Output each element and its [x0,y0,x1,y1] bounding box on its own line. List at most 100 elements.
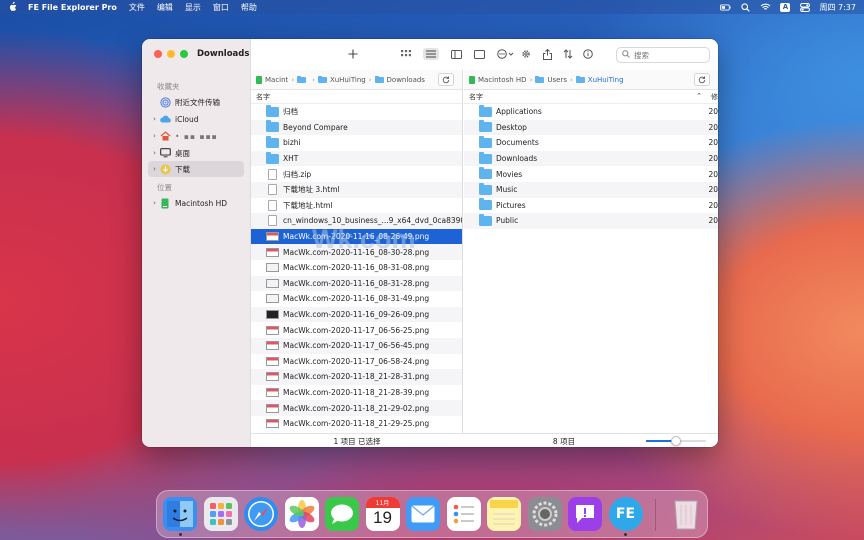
trash-icon[interactable] [669,497,703,531]
chevron-right-icon[interactable]: › [150,149,159,157]
path-segment-users[interactable]: Users [535,76,567,84]
sidebar-item-icloud[interactable]: › iCloud [148,111,244,127]
system-preferences-icon[interactable] [527,497,562,531]
launchpad-icon[interactable] [203,497,238,531]
path-segment-drive[interactable]: Macint [256,75,288,84]
new-tab-button[interactable] [346,48,360,60]
chevron-right-icon[interactable]: › [150,115,159,123]
column-header-name[interactable]: 名字 [251,90,462,104]
sidebar-section-locations: 位置 [157,183,172,192]
menu-file[interactable]: 文件 [129,2,145,13]
folder-icon [478,104,492,117]
file-row[interactable]: MacWk.com-2020-11-16_08-26-49.png [251,228,462,245]
folder-row[interactable]: Music 20 [464,181,718,198]
apple-icon[interactable] [8,2,18,12]
path-segment-drive[interactable]: Macintosh HD [469,75,527,84]
menu-window[interactable]: 窗口 [213,2,229,13]
file-row[interactable]: bizhi [251,135,462,151]
file-row[interactable]: MacWk.com-2020-11-16_08-30-28.png [251,244,462,260]
more-actions-button[interactable] [496,48,516,60]
folder-icon [265,135,279,148]
sort-icon[interactable] [561,48,575,60]
file-row[interactable]: 归档 [251,104,462,120]
slider-knob[interactable] [671,436,681,446]
folder-row[interactable]: Pictures 20 [464,198,718,214]
folder-row[interactable]: Downloads 20 [464,150,718,167]
column-header-name[interactable]: 名字 ⌃ 修 [464,90,718,104]
file-row[interactable]: 归档.zip [251,166,462,182]
messages-icon[interactable] [325,497,359,531]
file-row[interactable]: 下载地址.html [251,198,462,214]
icon-size-slider[interactable] [646,436,706,446]
fe-file-explorer-icon[interactable]: FE [608,497,643,536]
image-thumbnail-icon [265,356,279,367]
wifi-icon[interactable] [760,3,771,12]
menu-view[interactable]: 显示 [185,2,201,13]
search-input[interactable] [634,50,704,60]
info-icon[interactable] [581,48,595,60]
battery-icon[interactable] [720,3,732,12]
file-row[interactable]: MacWk.com-2020-11-16_08-31-08.png [251,260,462,276]
path-segment-home[interactable]: XuHuiTing [317,76,366,84]
sidebar-item-airdrop[interactable]: 附近文件传输 [148,94,244,110]
mail-icon[interactable] [406,497,440,531]
sidebar-item-downloads[interactable]: › 下载 [148,161,244,177]
reminders-icon[interactable] [446,497,481,531]
file-row[interactable]: MacWk.com-2020-11-17_06-58-24.png [251,354,462,370]
refresh-button[interactable] [438,73,454,86]
gear-icon[interactable] [519,48,533,60]
gallery-view-button[interactable] [472,48,486,60]
menu-help[interactable]: 帮助 [241,2,257,13]
fullscreen-button[interactable] [180,50,188,58]
menu-clock[interactable]: 周四 7:37 [819,2,856,13]
folder-icon [478,120,492,133]
file-row[interactable]: MacWk.com-2020-11-18_21-29-02.png [251,400,462,416]
folder-row[interactable]: Public 20 [464,213,718,229]
file-row[interactable]: 下载地址 3.html [251,181,462,198]
file-row[interactable]: MacWk.com-2020-11-18_21-28-31.png [251,369,462,385]
spotlight-icon[interactable] [740,2,751,12]
file-row[interactable]: Beyond Compare [251,119,462,136]
icon-view-button[interactable] [399,48,413,60]
folder-row[interactable]: Desktop 20 [464,119,718,136]
sidebar-item-home[interactable]: › • ▪▪ ▪▪▪ [148,128,244,144]
control-center-icon[interactable] [799,2,810,12]
file-row[interactable]: MacWk.com-2020-11-16_08-31-28.png [251,275,462,292]
minimize-button[interactable] [167,50,175,58]
file-row[interactable]: MacWk.com-2020-11-17_06-56-25.png [251,322,462,338]
close-button[interactable] [154,50,162,58]
finder-icon[interactable] [163,497,197,536]
chevron-right-icon[interactable]: › [150,132,159,140]
feedback-assistant-icon[interactable] [568,497,602,531]
file-row[interactable]: MacWk.com-2020-11-18_21-29-25.png [251,416,462,432]
column-header-modified[interactable]: 修 [711,92,718,102]
folder-row[interactable]: Applications 20 [464,104,718,120]
chevron-right-icon[interactable]: › [150,199,159,207]
refresh-button[interactable] [694,73,710,86]
menu-edit[interactable]: 编辑 [157,2,173,13]
column-view-button[interactable] [449,48,463,60]
file-row[interactable]: cn_windows_10_business_...9_x64_dvd_0ca8… [251,213,462,229]
folder-row[interactable]: Movies 20 [464,166,718,182]
menu-app-name[interactable]: FE File Explorer Pro [28,3,117,12]
path-segment-downloads[interactable]: Downloads [374,76,425,84]
file-row[interactable]: XHT [251,150,462,167]
file-row[interactable]: MacWk.com-2020-11-16_09-26-09.png [251,306,462,323]
path-segment-users[interactable] [297,76,309,83]
folder-row[interactable]: Documents 20 [464,135,718,151]
file-row[interactable]: MacWk.com-2020-11-16_08-31-49.png [251,291,462,307]
file-row[interactable]: MacWk.com-2020-11-17_06-56-45.png [251,337,462,354]
notes-icon[interactable] [487,497,521,531]
file-row[interactable]: MacWk.com-2020-11-18_21-28-39.png [251,385,462,401]
safari-icon[interactable] [244,497,278,531]
search-field[interactable] [616,47,710,63]
list-view-button[interactable] [423,48,439,60]
path-segment-home[interactable]: XuHuiTing [575,76,624,84]
share-icon[interactable] [540,48,554,60]
sidebar-item-macintosh-hd[interactable]: › Macintosh HD [148,195,244,211]
input-source-icon[interactable]: A [780,2,791,12]
chevron-right-icon[interactable]: › [150,165,159,173]
sidebar-item-desktop[interactable]: › 桌面 [148,145,244,161]
photos-icon[interactable] [284,497,319,531]
calendar-icon[interactable]: 11月 19 [365,497,400,531]
